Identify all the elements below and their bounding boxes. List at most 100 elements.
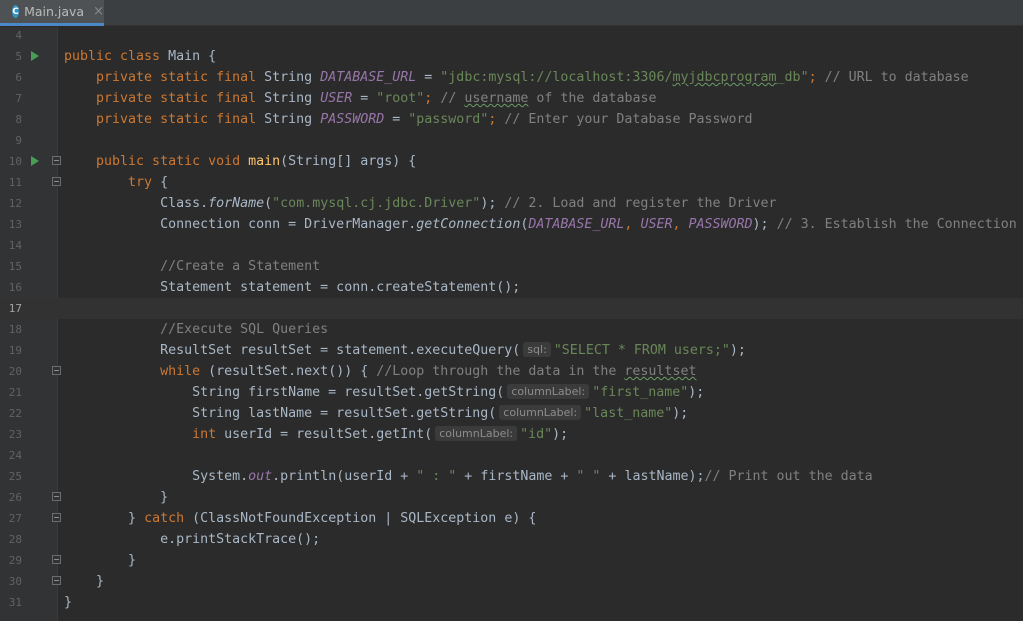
code-line[interactable]: 12 Class.forName("com.mysql.cj.jdbc.Driv… (0, 193, 1023, 214)
code-line[interactable]: 22 String lastName = resultSet.getString… (0, 403, 1023, 424)
code-token: , (672, 217, 689, 232)
code-token: = (416, 70, 441, 85)
code-token: catch (144, 511, 193, 526)
code-token: private static final (64, 91, 265, 106)
run-icon[interactable] (31, 51, 39, 61)
code-text: //Create a Statement (64, 256, 320, 277)
fold-icon[interactable] (52, 492, 61, 501)
code-line[interactable]: 14 (0, 235, 1023, 256)
java-class-icon: C (12, 5, 20, 18)
fold-icon[interactable] (52, 555, 61, 564)
line-number: 10 (8, 155, 22, 168)
code-token: //Loop through the data in the (376, 364, 625, 379)
line-number: 27 (8, 512, 22, 525)
code-line[interactable]: 24 (0, 445, 1023, 466)
code-token: while (64, 364, 209, 379)
line-number: 15 (8, 260, 22, 273)
code-line[interactable]: 28 e.printStackTrace(); (0, 529, 1023, 550)
code-editor[interactable]: 4 5 public class Main {6 private static fi… (0, 27, 1023, 621)
code-token: " : " (416, 469, 457, 484)
code-line[interactable]: 21 String firstName = resultSet.getStrin… (0, 382, 1023, 403)
fold-icon[interactable] (52, 177, 61, 186)
code-token: private static final (64, 70, 265, 85)
code-token: "password" (408, 112, 489, 127)
code-token: // 3. Establish the Connection (776, 217, 1017, 232)
code-token: main (248, 154, 281, 169)
code-token: } (64, 595, 73, 610)
line-number: 19 (8, 344, 22, 357)
code-line[interactable]: 17 (0, 298, 1023, 319)
code-token: String (264, 112, 321, 127)
tab-main-java[interactable]: C Main.java × (0, 0, 104, 26)
code-line[interactable]: 29 } (0, 550, 1023, 571)
code-text: String lastName = resultSet.getString(co… (64, 403, 688, 424)
fold-icon[interactable] (52, 156, 61, 165)
line-number: 18 (8, 323, 22, 336)
line-number: 28 (8, 533, 22, 546)
code-token: ; (424, 91, 441, 106)
code-token: , (624, 217, 641, 232)
code-text: } (64, 571, 104, 592)
code-line[interactable]: 7 private static final String USER = "ro… (0, 88, 1023, 109)
editor-tab-bar: C Main.java × (0, 0, 1023, 26)
code-text: while (resultSet.next()) { //Loop throug… (64, 361, 696, 382)
code-token: Main { (168, 49, 217, 64)
code-token: ); (752, 217, 777, 232)
line-number: 25 (8, 470, 22, 483)
line-number: 30 (8, 575, 22, 588)
code-line[interactable]: 16 Statement statement = conn.createStat… (0, 277, 1023, 298)
code-line[interactable]: 5 public class Main { (0, 46, 1023, 67)
code-text: } (64, 487, 168, 508)
code-token: myjdbcprogram (672, 70, 777, 85)
close-icon[interactable]: × (93, 4, 104, 19)
code-token: USER (640, 217, 673, 232)
code-text: e.printStackTrace(); (64, 529, 320, 550)
code-text: } (64, 550, 136, 571)
code-text: int userId = resultSet.getInt(columnLabe… (64, 424, 568, 445)
code-token: String firstName = resultSet.getString( (64, 385, 505, 400)
code-token: forName (208, 196, 265, 211)
code-line[interactable]: 23 int userId = resultSet.getInt(columnL… (0, 424, 1023, 445)
line-number: 8 (15, 113, 22, 126)
code-token: String (264, 70, 321, 85)
code-token: } (64, 574, 105, 589)
code-token: PASSWORD (320, 112, 385, 127)
code-line[interactable]: 31} (0, 592, 1023, 613)
code-token: System. (64, 469, 249, 484)
fold-icon[interactable] (52, 366, 61, 375)
code-token: Connection conn = DriverManager. (64, 217, 417, 232)
code-token: PASSWORD (688, 217, 753, 232)
code-line[interactable]: 26 } (0, 487, 1023, 508)
line-number: 21 (8, 386, 22, 399)
code-line[interactable]: 11 try { (0, 172, 1023, 193)
fold-icon[interactable] (52, 576, 61, 585)
code-line[interactable]: 10 public static void main(String[] args… (0, 151, 1023, 172)
code-line[interactable]: 9 (0, 130, 1023, 151)
code-text: String firstName = resultSet.getString(c… (64, 382, 704, 403)
line-number: 13 (8, 218, 22, 231)
code-token: username (464, 91, 529, 106)
code-token: resultset (624, 364, 697, 379)
code-line[interactable]: 27 } catch (ClassNotFoundException | SQL… (0, 508, 1023, 529)
code-token: "SELECT * FROM users;" (553, 343, 730, 358)
code-line[interactable]: 19 ResultSet resultSet = statement.execu… (0, 340, 1023, 361)
line-number: 4 (15, 29, 22, 42)
fold-icon[interactable] (52, 513, 61, 522)
parameter-hint: columnLabel: (499, 405, 582, 420)
code-token: + firstName + (456, 469, 577, 484)
code-line[interactable]: 13 Connection conn = DriverManager.getCo… (0, 214, 1023, 235)
code-line[interactable]: 30 } (0, 571, 1023, 592)
code-line[interactable]: 20 while (resultSet.next()) { //Loop thr… (0, 361, 1023, 382)
run-icon[interactable] (31, 156, 39, 166)
code-token: // URL to database (824, 70, 969, 85)
code-line[interactable]: 6 private static final String DATABASE_U… (0, 67, 1023, 88)
code-line[interactable]: 4 (0, 27, 1023, 46)
code-token: ); (729, 343, 746, 358)
code-text: } (64, 592, 72, 613)
code-line[interactable]: 8 private static final String PASSWORD =… (0, 109, 1023, 130)
code-text: ResultSet resultSet = statement.executeQ… (64, 340, 746, 361)
code-line[interactable]: 18 //Execute SQL Queries (0, 319, 1023, 340)
code-line[interactable]: 25 System.out.println(userId + " : " + f… (0, 466, 1023, 487)
code-line[interactable]: 15 //Create a Statement (0, 256, 1023, 277)
code-token: ResultSet resultSet = statement.executeQ… (64, 343, 521, 358)
